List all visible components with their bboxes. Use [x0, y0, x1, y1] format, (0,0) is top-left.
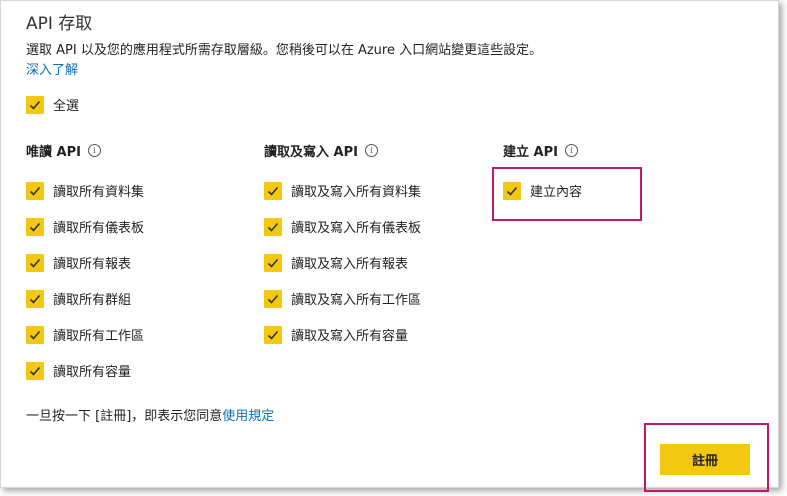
checkmark-icon [26, 217, 44, 236]
learn-more-link[interactable]: 深入了解 [26, 59, 78, 78]
create-api-heading: 建立 API i [503, 141, 578, 160]
read-only-api-heading: 唯讀 API i [26, 141, 101, 160]
info-icon[interactable]: i [364, 144, 378, 157]
checkmark-icon [26, 181, 44, 200]
checkbox-label: 讀取所有工作區 [53, 329, 145, 344]
info-icon[interactable]: i [564, 144, 578, 157]
checkbox-read-write-all-workspaces[interactable]: 讀取及寫入所有工作區 [264, 289, 421, 308]
checkbox-label: 讀取及寫入所有資料集 [291, 185, 422, 200]
terms-notice: 一旦按一下 [註冊]，即表示您同意使用規定 [26, 409, 275, 424]
description-text: 選取 API 以及您的應用程式所需存取層級。您稍後可以在 Azure 入口網站變… [26, 43, 543, 58]
checkmark-icon [26, 325, 44, 344]
checkbox-label: 讀取及寫入所有儀表板 [291, 221, 422, 236]
checkbox-create-content[interactable]: 建立內容 [503, 181, 582, 200]
checkmark-icon [26, 95, 44, 114]
checkbox-label: 讀取及寫入所有工作區 [291, 293, 422, 308]
checkmark-icon [503, 181, 521, 200]
checkbox-label: 讀取及寫入所有容量 [291, 329, 409, 344]
checkbox-label: 讀取所有群組 [53, 293, 132, 308]
info-icon[interactable]: i [87, 144, 101, 157]
read-write-api-heading: 讀取及寫入 API i [264, 141, 378, 160]
checkbox-read-all-workspaces[interactable]: 讀取所有工作區 [26, 325, 144, 344]
checkbox-read-all-capacities[interactable]: 讀取所有容量 [26, 361, 131, 380]
select-all-checkbox[interactable]: 全選 [26, 95, 79, 114]
select-all-label: 全選 [53, 99, 80, 114]
checkmark-icon [264, 181, 282, 200]
terms-of-use-link[interactable]: 使用規定 [222, 409, 274, 424]
checkmark-icon [26, 289, 44, 308]
page-title: API 存取 [26, 14, 93, 34]
checkbox-label: 讀取所有容量 [53, 365, 132, 380]
checkbox-read-write-all-datasets[interactable]: 讀取及寫入所有資料集 [264, 181, 421, 200]
checkbox-read-all-reports[interactable]: 讀取所有報表 [26, 253, 131, 272]
checkbox-read-all-groups[interactable]: 讀取所有群組 [26, 289, 131, 308]
checkbox-read-all-datasets[interactable]: 讀取所有資料集 [26, 181, 144, 200]
checkmark-icon [264, 325, 282, 344]
checkbox-label: 讀取所有儀表板 [53, 221, 145, 236]
checkbox-read-write-all-reports[interactable]: 讀取及寫入所有報表 [264, 253, 408, 272]
checkbox-label: 讀取所有資料集 [53, 185, 145, 200]
checkbox-label: 讀取所有報表 [53, 257, 132, 272]
checkmark-icon [264, 289, 282, 308]
register-button[interactable]: 註冊 [660, 444, 750, 475]
checkbox-read-all-dashboards[interactable]: 讀取所有儀表板 [26, 217, 144, 236]
checkmark-icon [264, 253, 282, 272]
checkmark-icon [26, 361, 44, 380]
checkbox-read-write-all-dashboards[interactable]: 讀取及寫入所有儀表板 [264, 217, 421, 236]
checkbox-label: 建立內容 [530, 185, 583, 200]
api-access-panel: API 存取 選取 API 以及您的應用程式所需存取層級。您稍後可以在 Azur… [0, 0, 779, 492]
checkbox-label: 讀取及寫入所有報表 [291, 257, 409, 272]
checkmark-icon [26, 253, 44, 272]
checkmark-icon [264, 217, 282, 236]
checkbox-read-write-all-capacities[interactable]: 讀取及寫入所有容量 [264, 325, 408, 344]
